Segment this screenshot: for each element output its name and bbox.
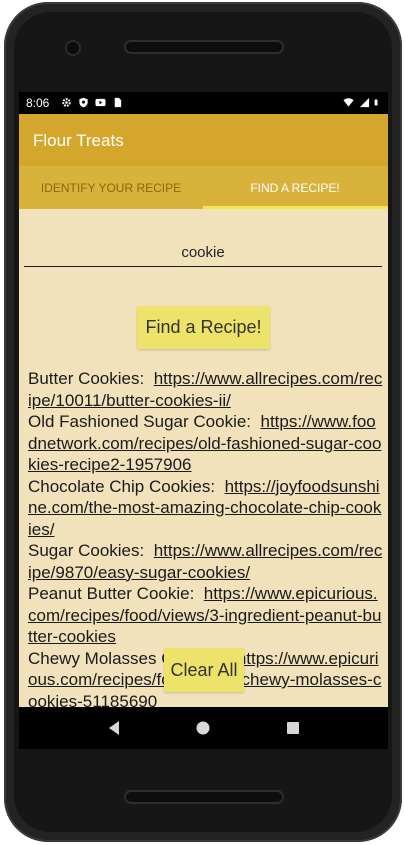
- front-camera: [67, 42, 79, 54]
- list-item: Butter Cookies: https://www.allrecipes.c…: [28, 368, 384, 411]
- app-title: Flour Treats: [33, 131, 124, 150]
- tab-bar: IDENTIFY YOUR RECIPE FIND A RECIPE!: [19, 166, 388, 210]
- gear-icon: [62, 98, 71, 107]
- back-icon: [108, 721, 119, 735]
- recents-icon: [287, 722, 300, 734]
- list-item: Sugar Cookies: https://www.allrecipes.co…: [28, 540, 384, 583]
- earpiece-speaker: [126, 42, 282, 52]
- sim-icon: [114, 97, 122, 108]
- find-recipe-button[interactable]: Find a Recipe!: [137, 306, 270, 349]
- home-icon: [196, 721, 210, 735]
- status-bar: 8:06: [19, 92, 388, 114]
- recents-button[interactable]: [282, 717, 304, 739]
- wifi-icon: [343, 98, 354, 107]
- status-icons-left: [61, 97, 123, 108]
- recipe-name: Peanut Butter Cookie:: [28, 584, 195, 603]
- recipe-name: Chocolate Chip Cookies:: [28, 476, 216, 496]
- recipe-name: Old Fashioned Sugar Cookie:: [28, 412, 252, 431]
- youtube-icon: [95, 98, 106, 107]
- battery-icon: [374, 99, 378, 106]
- tab-identify-recipe[interactable]: IDENTIFY YOUR RECIPE: [19, 166, 203, 209]
- home-button[interactable]: [192, 717, 214, 739]
- app-bar: Flour Treats: [19, 114, 388, 166]
- status-icons-right: [342, 97, 381, 108]
- back-button[interactable]: [103, 717, 125, 739]
- list-item: Peanut Butter Cookie: https://www.epicur…: [28, 583, 384, 648]
- search-input[interactable]: [24, 238, 382, 267]
- recipe-name: Butter Cookies:: [28, 369, 145, 388]
- list-item: Old Fashioned Sugar Cookie: https://www.…: [28, 411, 384, 476]
- device-screen: 8:06 Flour Treats IDENTIFY YOUR RECIPE F…: [19, 92, 388, 738]
- system-nav-bar: [19, 707, 388, 749]
- recipe-name: Sugar Cookies:: [28, 541, 145, 560]
- list-item: Chocolate Chip Cookies: https://joyfoods…: [28, 476, 384, 541]
- find-recipe-panel: Find a Recipe! Butter Cookies: https://w…: [19, 209, 388, 738]
- bottom-speaker: [126, 792, 282, 802]
- clear-all-button[interactable]: Clear All: [164, 648, 244, 692]
- status-time: 8:06: [26, 96, 50, 110]
- tab-find-recipe[interactable]: FIND A RECIPE!: [203, 166, 387, 209]
- signal-icon: [359, 97, 370, 108]
- shield-icon: [79, 97, 88, 108]
